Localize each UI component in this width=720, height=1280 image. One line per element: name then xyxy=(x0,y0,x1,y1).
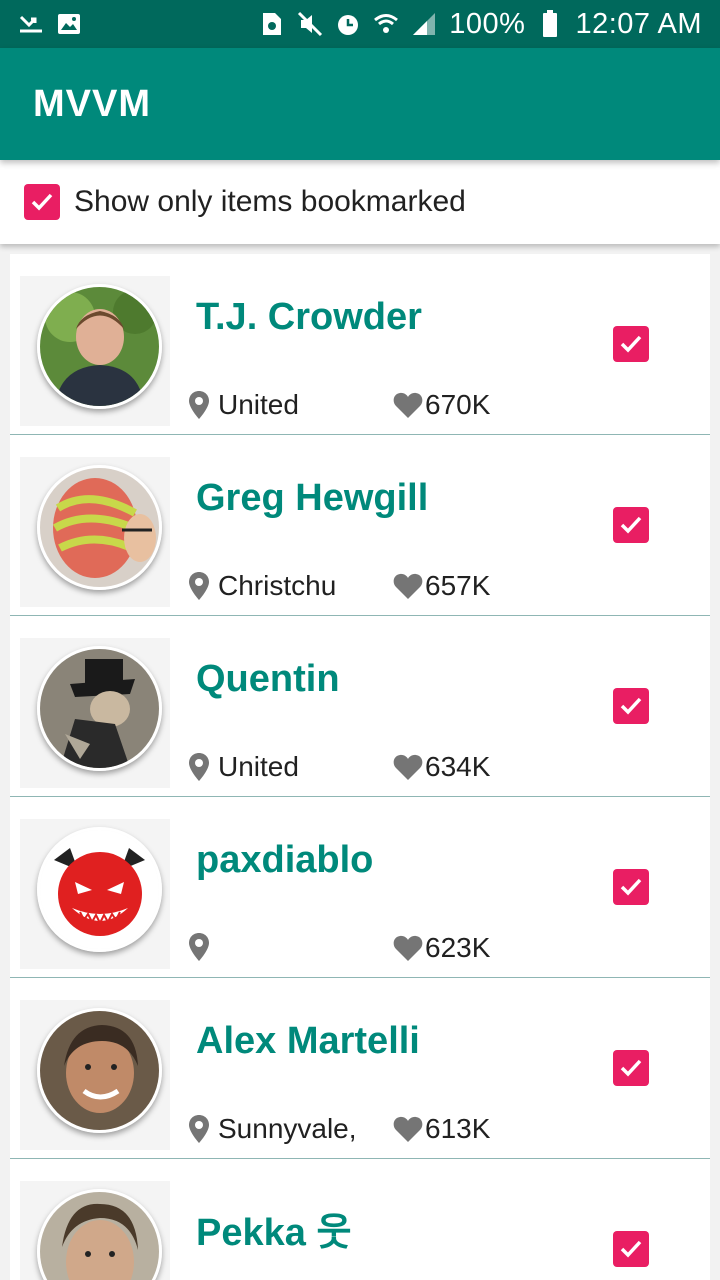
user-list[interactable]: T.J. Crowder United 670K Greg Hewgill Ch… xyxy=(10,254,710,1280)
heart-icon xyxy=(393,934,423,962)
reputation-text: 634K xyxy=(425,751,491,782)
user-name[interactable]: Pekka 웃 xyxy=(196,1201,351,1256)
bookmark-filter-checkbox[interactable] xyxy=(24,184,60,220)
list-item[interactable]: Pekka 웃 xyxy=(10,1159,710,1280)
list-item[interactable]: paxdiablo 623K xyxy=(10,797,710,978)
avatar xyxy=(37,827,162,952)
location-pin-icon xyxy=(188,752,210,782)
user-name[interactable]: Greg Hewgill xyxy=(196,477,428,520)
user-location xyxy=(188,932,218,962)
avatar-container xyxy=(20,1181,170,1280)
image-icon xyxy=(56,11,82,37)
location-text: Sunnyvale, xyxy=(218,1113,357,1144)
list-item[interactable]: Quentin United 634K xyxy=(10,616,710,797)
user-location: United xyxy=(188,751,299,783)
location-pin-icon xyxy=(188,390,210,420)
bookmark-checkbox[interactable] xyxy=(613,1231,649,1267)
user-name[interactable]: paxdiablo xyxy=(196,839,373,882)
user-reputation: 657K xyxy=(393,570,490,602)
user-location: Sunnyvale, xyxy=(188,1113,357,1145)
app-title: MVVM xyxy=(33,82,151,125)
check-icon xyxy=(620,878,642,896)
user-name[interactable]: Quentin xyxy=(196,658,340,701)
heart-icon xyxy=(393,391,423,419)
avatar xyxy=(37,1189,162,1280)
reputation-text: 623K xyxy=(425,932,491,963)
reputation-text: 657K xyxy=(425,570,491,601)
heart-icon xyxy=(393,572,423,600)
check-icon xyxy=(620,516,642,534)
avatar xyxy=(37,646,162,771)
battery-icon xyxy=(537,10,563,37)
bookmark-filter[interactable]: Show only items bookmarked xyxy=(0,160,720,244)
list-item[interactable]: Alex Martelli Sunnyvale, 613K xyxy=(10,978,710,1159)
user-reputation: 634K xyxy=(393,751,490,783)
list-item[interactable]: T.J. Crowder United 670K xyxy=(10,254,710,435)
bookmark-checkbox[interactable] xyxy=(613,326,649,362)
mute-icon xyxy=(297,11,323,37)
location-text: Christchu xyxy=(218,570,337,601)
user-reputation: 613K xyxy=(393,1113,490,1145)
location-text: United xyxy=(218,389,299,420)
user-location: United xyxy=(188,389,299,421)
location-pin-icon xyxy=(188,932,210,962)
avatar-container xyxy=(20,457,170,607)
user-name[interactable]: Alex Martelli xyxy=(196,1020,420,1063)
app-bar: MVVM xyxy=(0,48,720,160)
bookmark-checkbox[interactable] xyxy=(613,688,649,724)
reputation-text: 670K xyxy=(425,389,491,420)
bookmark-checkbox[interactable] xyxy=(613,507,649,543)
bookmark-checkbox[interactable] xyxy=(613,869,649,905)
heart-icon xyxy=(393,753,423,781)
avatar-container xyxy=(20,1000,170,1150)
signal-icon xyxy=(411,11,437,37)
heart-icon xyxy=(393,1115,423,1143)
list-item[interactable]: Greg Hewgill Christchu 657K xyxy=(10,435,710,616)
check-icon xyxy=(620,697,642,715)
avatar-container xyxy=(20,638,170,788)
clock: 12:07 AM xyxy=(575,7,702,40)
reputation-text: 613K xyxy=(425,1113,491,1144)
user-name[interactable]: T.J. Crowder xyxy=(196,296,422,339)
location-pin-icon xyxy=(188,1114,210,1144)
user-reputation: 670K xyxy=(393,389,490,421)
location-pin-icon xyxy=(188,571,210,601)
avatar xyxy=(37,465,162,590)
user-location: Christchu xyxy=(188,570,336,602)
battery-percent: 100% xyxy=(449,7,526,40)
location-text: United xyxy=(218,751,299,782)
wifi-icon xyxy=(373,11,399,37)
user-reputation: 623K xyxy=(393,932,490,964)
bookmark-checkbox[interactable] xyxy=(613,1050,649,1086)
bookmark-filter-label: Show only items bookmarked xyxy=(74,185,466,218)
check-icon xyxy=(31,193,53,211)
check-icon xyxy=(620,1059,642,1077)
status-bar: 100% 12:07 AM xyxy=(0,0,720,48)
avatar-container xyxy=(20,819,170,969)
avatar xyxy=(37,284,162,409)
check-icon xyxy=(620,1240,642,1258)
avatar-container xyxy=(20,276,170,426)
alarm-icon xyxy=(335,11,361,37)
check-icon xyxy=(620,335,642,353)
missed-call-icon xyxy=(18,11,44,37)
devil-icon xyxy=(40,830,159,949)
sim-icon xyxy=(259,11,285,37)
avatar xyxy=(37,1008,162,1133)
